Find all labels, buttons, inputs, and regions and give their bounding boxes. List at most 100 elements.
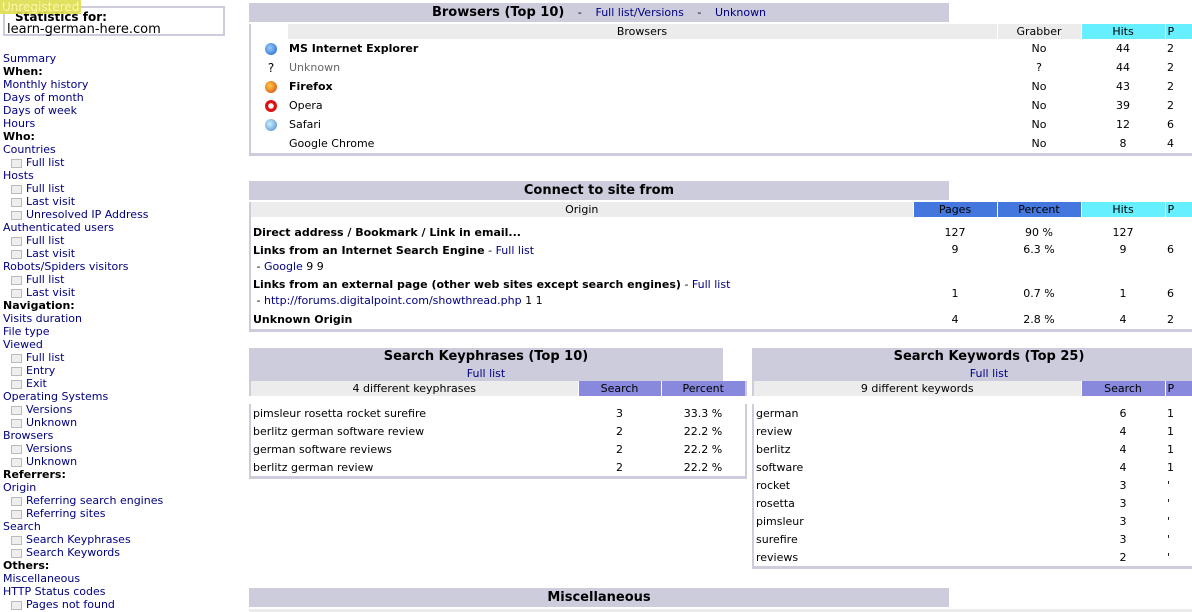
menu-item-label: Search Keywords [26, 546, 120, 559]
cell: 22.2 % [683, 442, 723, 456]
hits: 43 [1116, 80, 1130, 93]
browser-name: Google Chrome [289, 137, 375, 150]
v: 6 [1167, 243, 1174, 256]
menu-item[interactable]: Full list [3, 351, 163, 364]
menu-item[interactable]: Unresolved IP Address [3, 208, 163, 221]
menu-heading: Who: [3, 130, 163, 143]
menu-item[interactable]: Full list [3, 234, 163, 247]
menu-item[interactable]: Full list [3, 182, 163, 195]
cell: ' [1167, 496, 1171, 510]
browser-row: Opera No 39 2 [250, 96, 1192, 115]
col-search: Search [1081, 381, 1166, 400]
menu-item[interactable]: Full list [3, 156, 163, 169]
menu-item[interactable]: Origin [3, 481, 163, 494]
cell: 1 [1167, 424, 1174, 438]
keywords-row: german 6 1 [753, 400, 1192, 422]
menu-item[interactable]: Entry [3, 364, 163, 377]
hits: 39 [1116, 99, 1130, 112]
hits: 44 [1116, 42, 1130, 55]
menu-item[interactable]: Hosts [3, 169, 163, 182]
menu-item[interactable]: Last visit [3, 247, 163, 260]
menu-item-label: Search [3, 520, 41, 533]
menu-item[interactable]: Days of month [3, 91, 163, 104]
menu-item-label: Days of month [3, 91, 84, 104]
menu-item[interactable]: Browsers [3, 429, 163, 442]
p: 2 [1167, 42, 1174, 55]
cell: berlitz german review [253, 460, 374, 474]
menu-item[interactable]: Miscellaneous [3, 572, 163, 585]
keywords-table: 9 different keywords Search P german 6 1 revi… [752, 381, 1192, 569]
subitem-icon [11, 210, 22, 220]
ext-label: Links from an external page (other web s… [253, 278, 681, 291]
cell: 33.3 % [683, 406, 723, 420]
cell: 3 [1119, 496, 1127, 510]
menu-item[interactable]: Referring search engines [3, 494, 163, 507]
col-pages: Pages [913, 202, 998, 217]
menu-item[interactable]: Last visit [3, 286, 163, 299]
google-link[interactable]: Google [264, 260, 303, 273]
menu-item[interactable]: Hours [3, 117, 163, 130]
browser-row: Firefox No 43 2 [250, 77, 1192, 96]
menu-item[interactable]: Exit [3, 377, 163, 390]
keyphrases-row: pimsleur rosetta rocket surefire 3 33.3 % [250, 400, 746, 422]
menu-item[interactable]: Versions [3, 403, 163, 416]
grabber: No [1031, 137, 1047, 150]
browser-name: Opera [289, 99, 323, 112]
menu-item[interactable]: Unknown [3, 455, 163, 468]
opera-icon [265, 100, 277, 112]
ie-icon [265, 43, 277, 55]
browsers-full-list-link[interactable]: Full list/Versions [595, 6, 683, 19]
menu-item-label: Versions [26, 442, 73, 455]
p: 2 [1167, 61, 1174, 74]
dash: - [256, 260, 261, 273]
menu-item[interactable]: Search [3, 520, 163, 533]
ext-url-link[interactable]: http://forums.digitalpoint.com/showthrea… [264, 294, 522, 307]
google-nums: 9 9 [306, 260, 324, 273]
dash: - [256, 294, 261, 307]
menu-item[interactable]: Operating Systems [3, 390, 163, 403]
p: 4 [1167, 137, 1174, 150]
subitem-icon [11, 535, 22, 545]
menu-item[interactable]: Versions [3, 442, 163, 455]
menu-item-label: Referrers: [3, 468, 66, 481]
menu-item-label: Unresolved IP Address [26, 208, 149, 221]
connect-title: Connect to site from [249, 181, 949, 200]
menu-item[interactable]: Search Keyphrases [3, 533, 163, 546]
menu-item[interactable]: Summary [3, 52, 163, 65]
menu-item[interactable]: Search Keywords [3, 546, 163, 559]
menu-item[interactable]: Visits duration [3, 312, 163, 325]
keyphrases-row: german software reviews 2 22.2 % [250, 440, 746, 458]
menu-item-label: When: [3, 65, 43, 78]
menu-item[interactable]: Viewed [3, 338, 163, 351]
browsers-unknown-link[interactable]: Unknown [715, 6, 766, 19]
menu-item[interactable]: Authenticated users [3, 221, 163, 234]
menu-item-label: Full list [26, 156, 65, 169]
se-full-list-link[interactable]: Full list [496, 244, 534, 257]
menu-item[interactable]: HTTP Status codes [3, 585, 163, 598]
menu-item[interactable]: Robots/Spiders visitors [3, 260, 163, 273]
menu-item-label: Others: [3, 559, 50, 572]
keyphrases-row: berlitz german software review 2 22.2 % [250, 422, 746, 440]
menu-heading: Navigation: [3, 299, 163, 312]
firefox-icon [265, 81, 277, 93]
menu-item[interactable]: Countries [3, 143, 163, 156]
menu-item[interactable]: Days of week [3, 104, 163, 117]
menu-heading: Referrers: [3, 468, 163, 481]
subitem-icon [11, 600, 22, 610]
menu-item[interactable]: Referring sites [3, 507, 163, 520]
menu-item[interactable]: Monthly history [3, 78, 163, 91]
cell: ' [1167, 514, 1171, 528]
menu-item[interactable]: File type [3, 325, 163, 338]
browser-name: Firefox [289, 80, 333, 93]
menu-item[interactable]: Last visit [3, 195, 163, 208]
keywords-full-list-link[interactable]: Full list [970, 367, 1008, 380]
hits: 12 [1116, 118, 1130, 131]
cell: 3 [1119, 532, 1127, 546]
se-label: Links from an Internet Search Engine [253, 244, 485, 257]
menu-item[interactable]: Unknown [3, 416, 163, 429]
menu-item[interactable]: Pages not found [3, 598, 163, 611]
ext-full-list-link[interactable]: Full list [692, 278, 730, 291]
menu-item[interactable]: Full list [3, 273, 163, 286]
v: 9 [951, 243, 959, 256]
keyphrases-full-list-link[interactable]: Full list [467, 367, 505, 380]
